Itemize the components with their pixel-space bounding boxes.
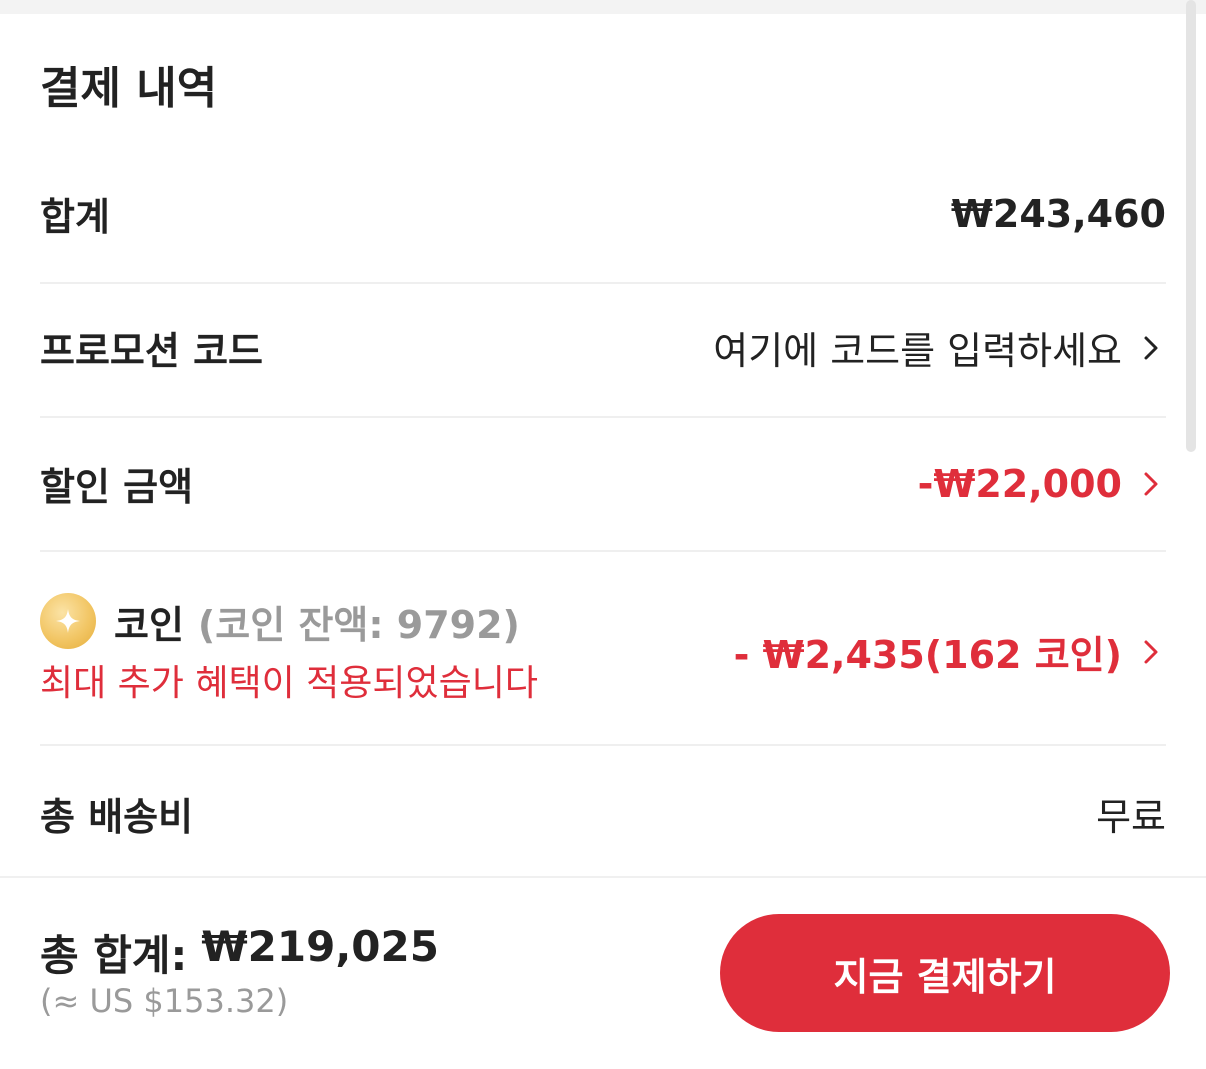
shipping-value: 무료 [1096,795,1166,839]
coin-icon [40,593,96,649]
subtotal-label: 합계 [40,195,110,239]
chevron-right-icon [1144,472,1158,495]
divider [40,744,1166,746]
footer-divider [0,876,1206,878]
chevron-right-icon [1144,640,1158,663]
promo-code-row[interactable]: 프로모션 코드 여기에 코드를 입력하세요 [40,320,1166,375]
coin-header: 코인 (코인 잔액: 9792) [40,593,538,649]
coin-balance: (코인 잔액: 9792) [197,602,520,647]
promo-code-link[interactable]: 여기에 코드를 입력하세요 [713,320,1166,375]
discount-row[interactable]: 할인 금액 -₩22,000 [40,456,1166,511]
scrollbar[interactable] [1186,0,1196,452]
promo-code-placeholder: 여기에 코드를 입력하세요 [713,329,1122,373]
discount-label: 할인 금액 [40,465,194,509]
discount-link[interactable]: -₩22,000 [918,462,1166,506]
coin-benefit-note: 최대 추가 혜택이 적용되었습니다 [40,663,539,704]
grand-total: 총 합계: ₩219,025 [40,922,439,983]
subtotal-row: 합계 ₩243,460 [40,186,1166,241]
payment-summary-page: 결제 내역 합계 ₩243,460 프로모션 코드 여기에 코드를 입력하세요 … [0,0,1206,1069]
coin-row[interactable]: 코인 (코인 잔액: 9792) 최대 추가 혜택이 적용되었습니다 - ₩2,… [40,593,1166,706]
pay-now-button[interactable]: 지금 결제하기 [720,914,1170,1032]
sparkle-icon [56,609,80,633]
discount-value: -₩22,000 [917,461,1122,506]
top-bar [0,0,1206,14]
divider [40,282,1166,284]
grand-total-value: ₩219,025 [201,922,439,971]
divider [40,416,1166,418]
coin-discount-link[interactable]: - ₩2,435(162 코인) [734,624,1166,679]
coin-discount-value: - ₩2,435(162 코인) [733,633,1122,677]
chevron-right-icon [1144,336,1158,359]
grand-total-label: 총 합계: [40,931,188,980]
shipping-row: 총 배송비 무료 [40,786,1166,841]
promo-code-label: 프로모션 코드 [40,329,263,373]
coin-label: 코인 [114,602,184,647]
shipping-label: 총 배송비 [40,795,194,839]
subtotal-value: ₩243,460 [951,191,1166,236]
coin-info: 코인 (코인 잔액: 9792) 최대 추가 혜택이 적용되었습니다 [40,593,539,706]
usd-equivalent: (≈ US $153.32) [40,982,289,1020]
divider [40,550,1166,552]
section-title: 결제 내역 [40,63,218,114]
